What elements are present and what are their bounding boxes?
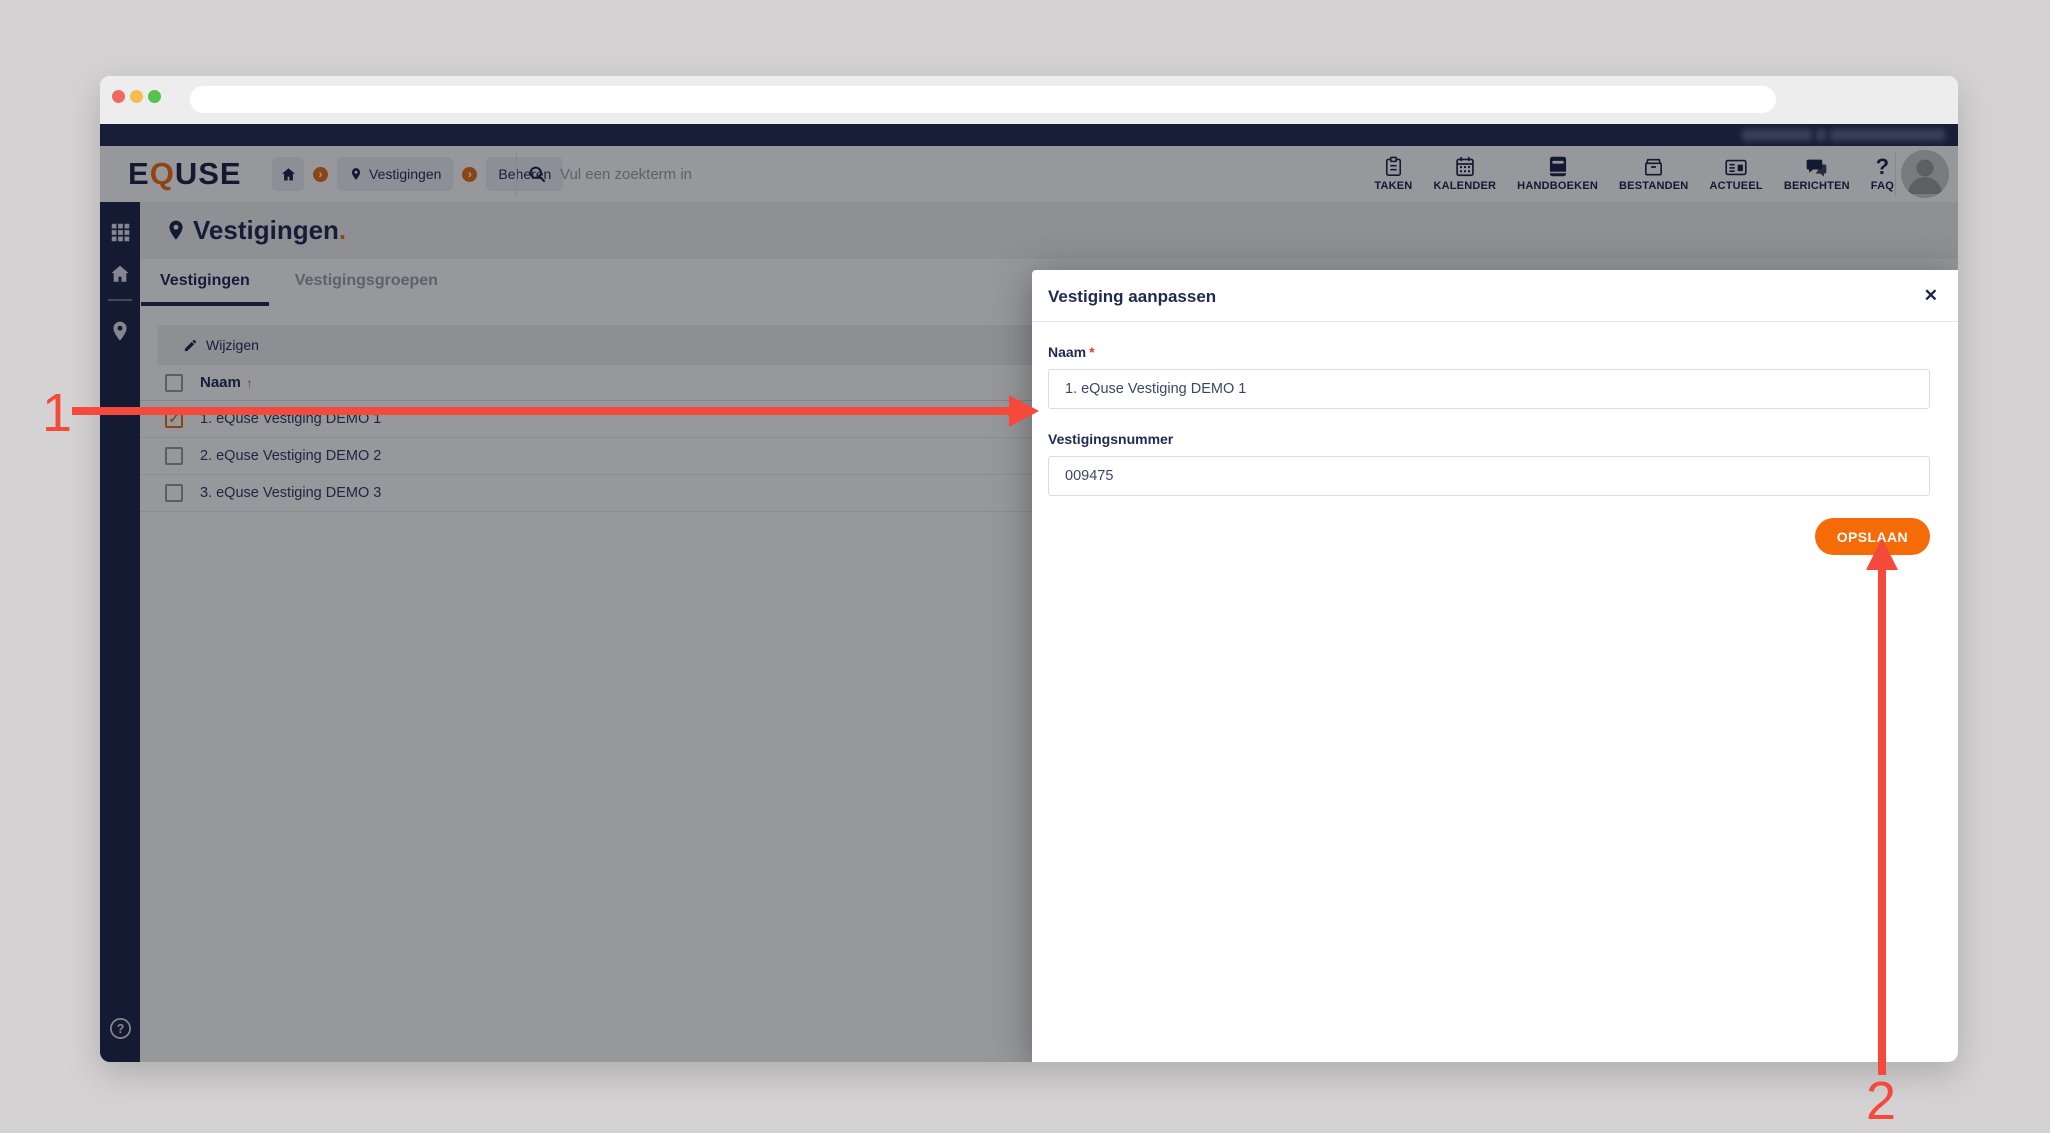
close-window-button[interactable]: [112, 90, 125, 103]
annotation-arrow-2-line: [1878, 566, 1886, 1075]
screenshot-root: { "colors": { "brand_navy": "#1c2547", "…: [0, 0, 2050, 1133]
modal-body: Naam* Vestigingsnummer OPSLAAN: [1048, 322, 1930, 555]
modal-header: Vestiging aanpassen ✕: [1032, 270, 1958, 322]
field-label-naam: Naam *: [1048, 344, 1930, 360]
annotation-step-2-label: 2: [1866, 1071, 1897, 1131]
address-bar[interactable]: [190, 86, 1776, 113]
modal-actions: OPSLAAN: [1048, 518, 1930, 555]
label-text: Naam: [1048, 344, 1087, 360]
vestigingsnummer-input[interactable]: [1048, 456, 1930, 496]
traffic-lights: [112, 90, 161, 103]
naam-input[interactable]: [1048, 369, 1930, 409]
browser-chrome: [100, 76, 1958, 124]
close-icon[interactable]: ✕: [1924, 284, 1938, 308]
field-label-vestigingsnummer: Vestigingsnummer: [1048, 431, 1930, 447]
zoom-window-button[interactable]: [148, 90, 161, 103]
annotation-step-1-label: 1: [42, 383, 73, 443]
edit-location-modal: Vestiging aanpassen ✕ Naam* Vestigingsnu…: [1032, 270, 1958, 1062]
modal-title: Vestiging aanpassen: [1048, 287, 1217, 306]
browser-window: EQUSE › Vestigingen › Beheren Vul een zo…: [100, 76, 1958, 1062]
required-asterisk: *: [1089, 344, 1095, 360]
label-text: Vestigingsnummer: [1048, 431, 1174, 447]
annotation-arrow-1-head: [1009, 395, 1039, 427]
annotation-arrow-1-line: [72, 407, 1009, 415]
minimize-window-button[interactable]: [130, 90, 143, 103]
